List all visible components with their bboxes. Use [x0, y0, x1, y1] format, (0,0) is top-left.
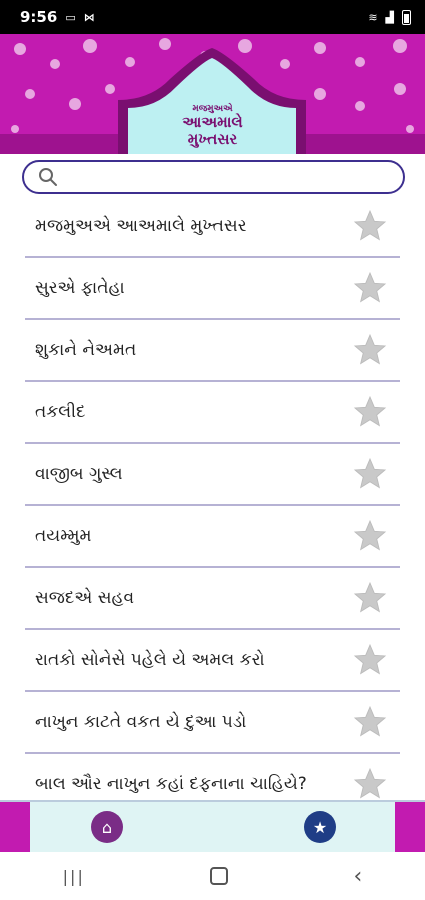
- star-icon[interactable]: [352, 642, 388, 678]
- battery-icon: [402, 9, 411, 25]
- item-label: બાલ ઔર નાખુન કહાં દફનાના ચાહિયે?: [35, 774, 307, 794]
- list-item[interactable]: તયમ્મુમ: [25, 506, 400, 568]
- star-icon[interactable]: [352, 518, 388, 554]
- star-icon[interactable]: [352, 270, 388, 306]
- recent-apps-icon[interactable]: |||: [63, 867, 85, 886]
- bottom-nav: ⌂ ★: [0, 800, 425, 852]
- list-item[interactable]: મજમુઅએ આઅમાલે મુખ્તસર: [25, 196, 400, 258]
- wifi-icon: ≋: [368, 10, 378, 24]
- star-icon[interactable]: [352, 766, 388, 802]
- status-bar: 9:56 ▭ ⋈ ≋ ▟: [0, 0, 425, 34]
- favorites-button[interactable]: ★: [304, 811, 336, 843]
- item-label: સુરએ ફાતેહા: [35, 278, 125, 298]
- list-item[interactable]: તકલીદ: [25, 382, 400, 444]
- item-label: નાખુન કાટતે વકત યે દુઆ પડો: [35, 712, 247, 732]
- topic-list: મજમુઅએ આઅમાલે મુખ્તસર સુરએ ફાતેહા શુકાને…: [25, 196, 400, 816]
- notification-icon: ⋈: [83, 10, 95, 24]
- star-icon[interactable]: [352, 332, 388, 368]
- header-banner: મજમુઅએ આઅમાલે મુખ્તસર: [0, 34, 425, 154]
- star-icon[interactable]: [352, 456, 388, 492]
- list-item[interactable]: રાતકો સોનેસે પહેલે યે અમલ કરો: [25, 630, 400, 692]
- decor-corner-left: [0, 802, 30, 852]
- list-item[interactable]: સજદએ સહવ: [25, 568, 400, 630]
- list-item[interactable]: નાખુન કાટતે વકત યે દુઆ પડો: [25, 692, 400, 754]
- item-label: તકલીદ: [35, 402, 86, 422]
- star-icon[interactable]: [352, 580, 388, 616]
- item-label: શુકાને નેઅમત: [35, 340, 137, 360]
- signal-icon: ▟: [385, 10, 394, 24]
- star-icon: ★: [312, 817, 328, 837]
- star-icon[interactable]: [352, 208, 388, 244]
- item-label: વાજીબ ગુસ્લ: [35, 464, 123, 484]
- message-icon: ▭: [65, 10, 76, 24]
- home-icon: ⌂: [101, 817, 113, 837]
- search-input[interactable]: [22, 160, 405, 194]
- app-title: મજમુઅએ આઅમાલે મુખ્તસર: [182, 104, 243, 148]
- home-button[interactable]: ⌂: [91, 811, 123, 843]
- list-item[interactable]: શુકાને નેઅમત: [25, 320, 400, 382]
- item-label: તયમ્મુમ: [35, 526, 92, 546]
- item-label: રાતકો સોનેસે પહેલે યે અમલ કરો: [35, 650, 265, 670]
- item-label: મજમુઅએ આઅમાલે મુખ્તસર: [35, 216, 247, 236]
- decor-corner-right: [395, 802, 425, 852]
- star-icon[interactable]: [352, 704, 388, 740]
- list-item[interactable]: સુરએ ફાતેહા: [25, 258, 400, 320]
- star-icon[interactable]: [352, 394, 388, 430]
- item-label: સજદએ સહવ: [35, 588, 135, 608]
- list-item[interactable]: વાજીબ ગુસ્લ: [25, 444, 400, 506]
- status-time: 9:56: [20, 8, 58, 26]
- back-icon[interactable]: ‹: [353, 864, 362, 889]
- system-nav-bar: ||| ‹: [0, 852, 425, 900]
- home-circle-icon[interactable]: [210, 867, 229, 885]
- search-icon: [39, 168, 57, 186]
